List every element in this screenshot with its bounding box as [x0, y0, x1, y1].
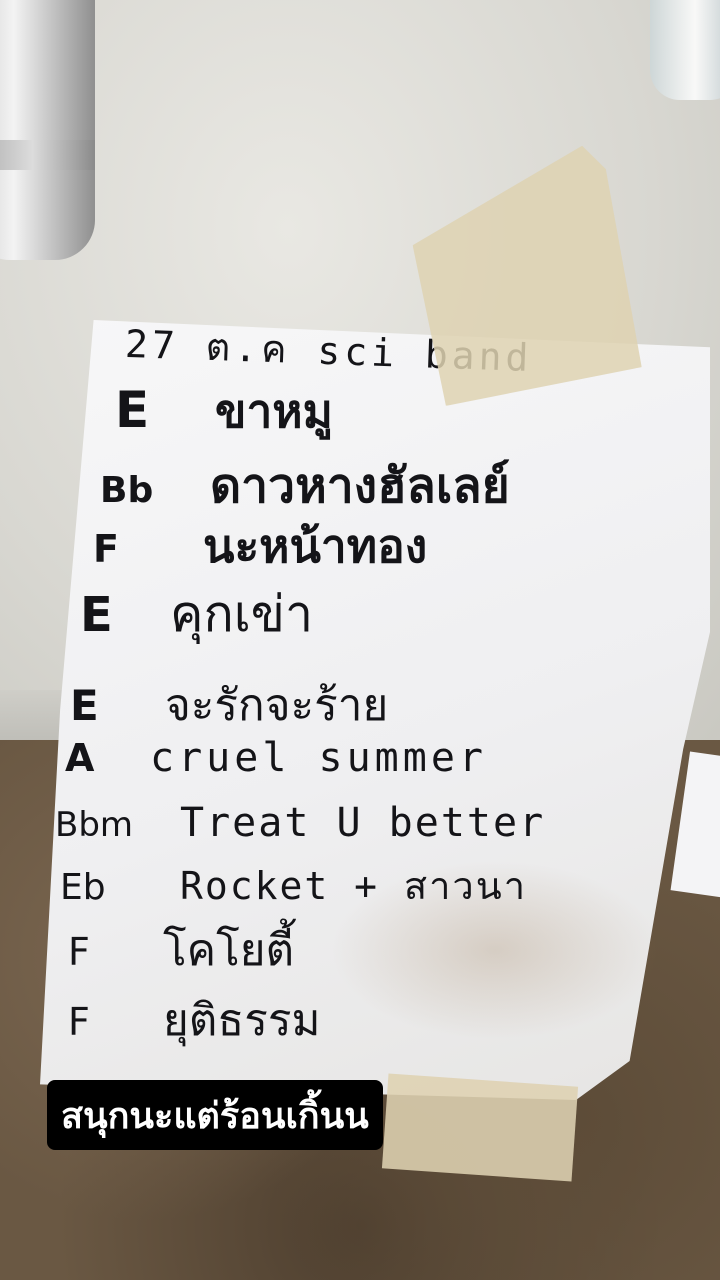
bottle-band: [0, 140, 95, 170]
song-key: A: [65, 736, 95, 780]
setlist-row: F นะหน้าทอง: [93, 510, 427, 583]
setlist-row: F โคโยตี้: [68, 915, 294, 985]
song-key: E: [80, 587, 113, 643]
setlist-row: Acruel summer: [65, 735, 487, 781]
song-title: จะรักจะร้าย: [165, 680, 389, 731]
setlist-row: E ขาหมู: [115, 375, 333, 448]
setlist-row: F ยุติธรรม: [68, 985, 320, 1055]
song-title: ยุติธรรม: [163, 995, 321, 1046]
song-title: Rocket + สาวนา: [180, 864, 528, 908]
song-key: Bb: [100, 470, 154, 511]
song-key: Bbm: [55, 805, 134, 845]
song-key: Eb: [60, 867, 106, 908]
song-title: cruel summer: [150, 735, 487, 781]
song-title: ขาหมู: [215, 384, 333, 438]
song-key: E: [115, 381, 150, 439]
glass-cup: [650, 0, 720, 100]
song-title: นะหน้าทอง: [203, 519, 428, 573]
setlist-row: Bbm Treat U better: [55, 800, 545, 846]
song-key: F: [93, 527, 119, 571]
masking-tape-bottom: [381, 1073, 579, 1182]
song-title: Treat U better: [180, 800, 546, 846]
song-key: F: [68, 1000, 90, 1044]
setlist-row: E คุกเข่า: [80, 575, 313, 654]
metal-bottle: [0, 0, 95, 260]
photo-scene: 27 ต.ค sci band E ขาหมู Bb ดาวหางฮัลเลย์ F…: [0, 0, 720, 1280]
story-caption: สนุกนะแต่ร้อนเกิ้นน: [47, 1080, 383, 1150]
song-title: คุกเข่า: [170, 585, 314, 643]
setlist-row: Eb Rocket + สาวนา: [60, 855, 527, 916]
song-title: โคโยตี้: [163, 925, 295, 976]
song-key: F: [68, 930, 90, 974]
song-key: E: [70, 681, 99, 730]
setlist-row: E จะรักจะร้าย: [70, 670, 388, 740]
